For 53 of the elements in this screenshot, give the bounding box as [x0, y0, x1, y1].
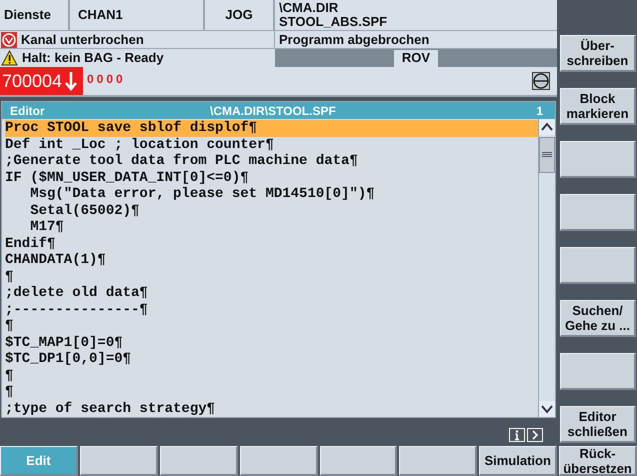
stop-icon	[1, 32, 17, 48]
code-line[interactable]: ;Generate tool data from PLC machine data¶	[5, 153, 538, 170]
code-line[interactable]: $TC_MAP1[0]=0¶	[5, 334, 538, 351]
softkey[interactable]: Block markieren	[560, 88, 636, 125]
code-line[interactable]: ;delete old data¶	[5, 285, 538, 302]
code-line[interactable]: $TC_DP1[0,0]=0¶	[5, 351, 538, 368]
softkey[interactable]	[80, 446, 158, 476]
grip-icon	[542, 152, 552, 158]
softkey[interactable]	[560, 141, 636, 178]
code-line[interactable]: ¶	[5, 384, 538, 400]
code-line[interactable]: ;type of search strategy¶	[5, 400, 538, 417]
softkey[interactable]	[560, 353, 636, 390]
softkey[interactable]: Suchen/ Gehe zu ...	[560, 300, 636, 337]
softkey[interactable]	[560, 247, 636, 284]
override-indicator: ROV	[394, 50, 438, 66]
chevron-right-icon[interactable]	[527, 428, 543, 442]
code-line[interactable]: ¶	[5, 268, 538, 285]
code-line[interactable]: Def int _Loc ; location counter¶	[5, 136, 538, 153]
code-line[interactable]: ;---------------¶	[5, 302, 538, 318]
scroll-up-icon[interactable]	[539, 119, 555, 135]
program-state: Programm abgebrochen	[278, 31, 430, 48]
scroll-down-icon[interactable]	[539, 401, 555, 417]
softkey[interactable]: Rück- übersetzen	[559, 446, 637, 476]
arrow-down-icon	[64, 71, 78, 91]
warning-icon	[1, 50, 18, 66]
softkey[interactable]: Editor schließen	[560, 406, 636, 443]
code-line[interactable]: ¶	[5, 318, 538, 334]
alarm-counter: 0000	[87, 71, 126, 88]
code-line[interactable]: CHANDATA(1)¶	[5, 252, 538, 268]
softkey[interactable]	[240, 446, 318, 476]
softkey[interactable]	[320, 446, 398, 476]
code-line[interactable]: Msg("Data error, please set MD14510[0]")¶	[5, 186, 538, 202]
softkey[interactable]: Simulation	[479, 446, 558, 476]
channel-state: Kanal unterbrochen	[21, 30, 144, 49]
code-line[interactable]: IF ($MN_USER_DATA_INT[0]<=0)¶	[5, 170, 538, 186]
softkey[interactable]	[560, 194, 636, 231]
alarm-field: 700004	[0, 67, 83, 95]
line-number: 1	[536, 102, 543, 120]
program-path: STOOL_ABS.SPF	[279, 15, 388, 29]
code-line[interactable]: Endif¶	[5, 236, 538, 252]
softkey[interactable]	[160, 446, 238, 476]
circle-minus-icon[interactable]	[532, 72, 550, 90]
scrollbar-thumb[interactable]	[539, 137, 555, 173]
file-path: \CMA.DIR\STOOL.SPF	[210, 102, 337, 120]
status-message: Halt: kein BAG - Ready	[22, 49, 164, 68]
softkey[interactable]	[399, 446, 478, 476]
code-line[interactable]: Setal(65002)¶	[5, 202, 538, 219]
code-line[interactable]: ¶	[5, 368, 538, 384]
editor-title: Editor	[10, 102, 46, 120]
code-line[interactable]: M17¶	[5, 219, 538, 236]
softkey[interactable]: Über- schreiben	[560, 35, 636, 72]
info-icon[interactable]	[509, 428, 525, 442]
program-path: \CMA.DIR	[279, 1, 340, 15]
